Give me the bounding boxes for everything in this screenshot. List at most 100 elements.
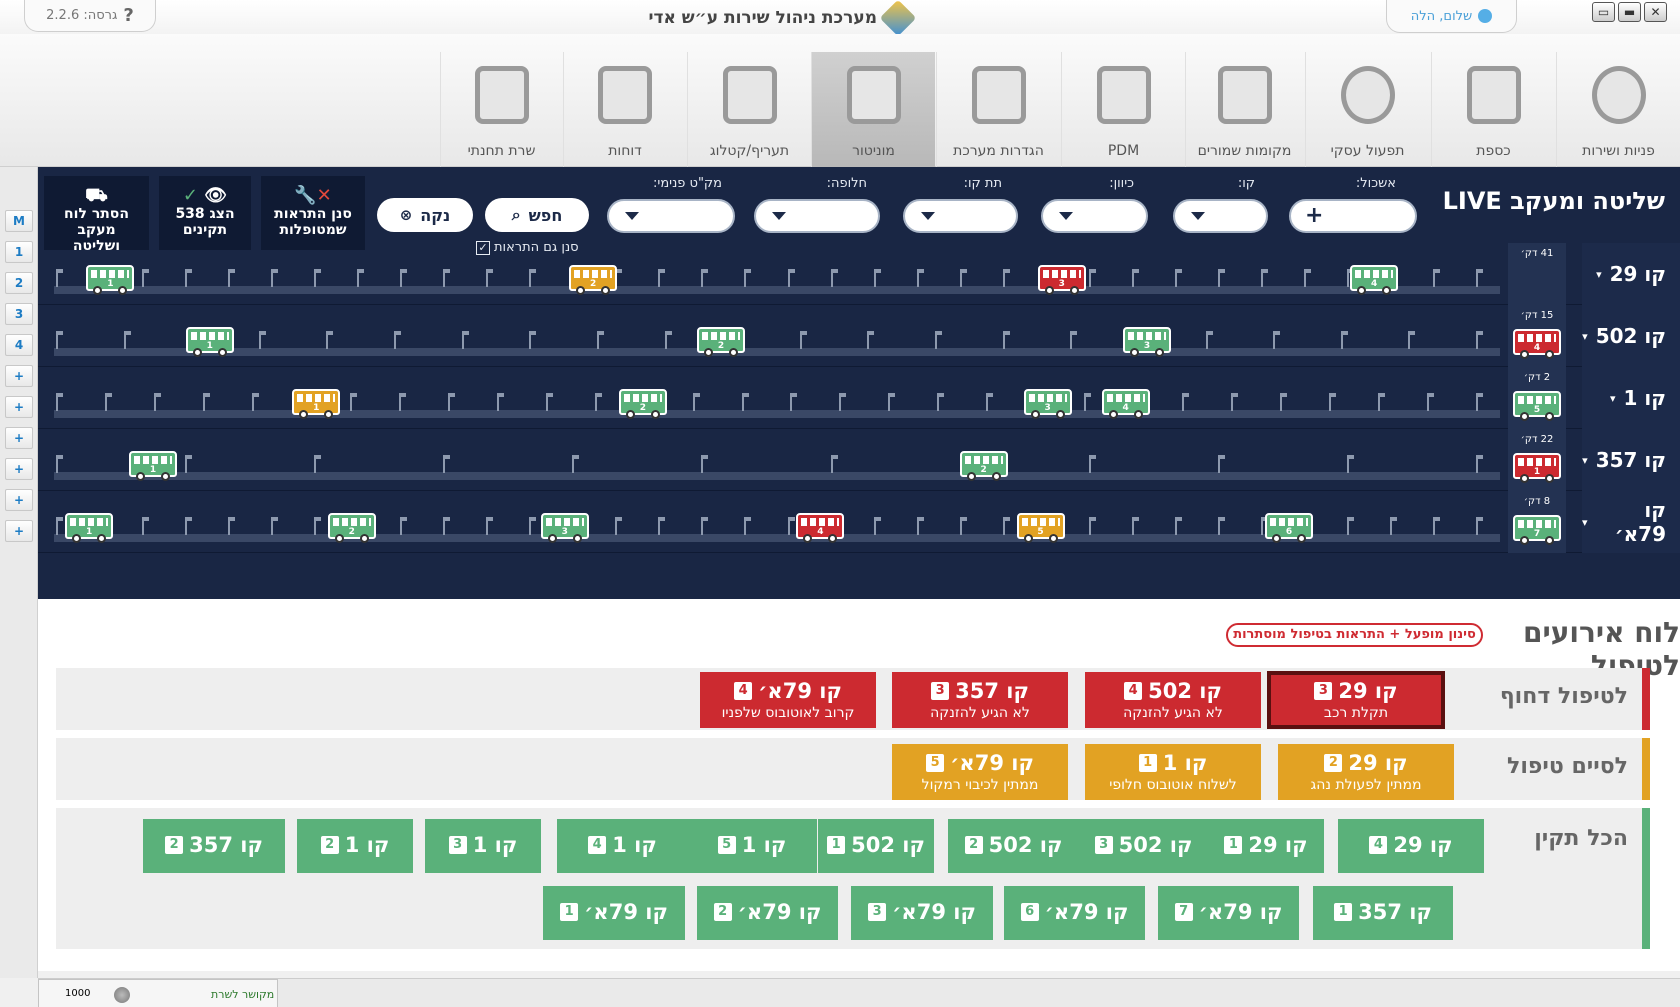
bus-marker[interactable]: 3 xyxy=(1023,389,1072,419)
filter-internal-code-select[interactable] xyxy=(607,199,735,233)
gears-icon-shape xyxy=(1340,66,1395,124)
filter-direction-select[interactable] xyxy=(1041,199,1148,233)
bus-marker[interactable]: 3 xyxy=(1037,265,1086,295)
stop-flag-icon xyxy=(486,269,494,287)
bus-marker[interactable]: 6 xyxy=(1265,513,1313,543)
event-card[interactable]: קו 79א׳ 7 xyxy=(1158,886,1299,940)
restore-icon[interactable]: ▭ xyxy=(1592,2,1615,22)
event-card[interactable]: קו 1 1 לשלוח אוטובוס חלופי xyxy=(1085,744,1261,800)
line-name-dropdown[interactable]: קו 29 ▾ xyxy=(1582,243,1680,305)
bus-marker[interactable]: 1 xyxy=(129,451,177,481)
minimize-icon[interactable]: ▬ xyxy=(1618,2,1641,22)
line-eta-cell: 41 דק׳ xyxy=(1508,243,1566,305)
bus-marker[interactable]: 2 xyxy=(569,265,618,295)
toolbar-monitor-button[interactable]: מוניטור xyxy=(811,52,935,167)
line-name-dropdown[interactable]: קו 1 ▾ xyxy=(1582,367,1680,429)
toolbar-user-button[interactable]: פניות ושירות xyxy=(1556,52,1680,167)
event-card[interactable]: קו 1 4 xyxy=(557,819,688,873)
side-add-button[interactable]: + xyxy=(5,520,33,542)
side-button-M[interactable]: M xyxy=(5,210,33,232)
bus-marker[interactable]: 1 xyxy=(86,265,135,295)
toolbar-tools-button[interactable]: הגדרות מערכת xyxy=(936,52,1060,167)
event-card[interactable]: קו 357 1 xyxy=(1313,886,1453,940)
toolbar-binder-button[interactable]: PDM xyxy=(1061,52,1185,167)
event-card[interactable]: קו 29 4 xyxy=(1338,819,1484,873)
event-card[interactable]: קו 29 2 ממתין לפעולת נהג xyxy=(1278,744,1454,800)
bus-marker[interactable]: 1 xyxy=(292,389,341,419)
bus-marker[interactable]: 2 xyxy=(697,327,745,357)
hide-board-button[interactable]: ⛟ הסתר לוח מעקב ושליטה xyxy=(44,176,149,254)
event-card[interactable]: קו 357 3 לא הגיע להזנקה xyxy=(892,672,1068,728)
event-card[interactable]: קו 79א׳ 2 xyxy=(697,886,838,940)
event-card[interactable]: קו 357 2 xyxy=(143,819,285,873)
user-greeting[interactable]: שלום, הלה xyxy=(1386,0,1517,33)
filter-subline-select[interactable] xyxy=(903,199,1018,233)
side-add-button[interactable]: + xyxy=(5,396,33,418)
filter-line-select[interactable] xyxy=(1173,199,1268,233)
filter-cluster-select[interactable]: + xyxy=(1289,199,1417,233)
side-button-4[interactable]: 4 xyxy=(5,334,33,356)
filter-note-badge[interactable]: סינון מופעל + התראות בטיפול מוסתרות xyxy=(1226,623,1483,647)
side-add-button[interactable]: + xyxy=(5,489,33,511)
toolbar-report-button[interactable]: דוחות xyxy=(563,52,686,167)
event-card[interactable]: קו 502 4 לא הגיע להזנקה xyxy=(1085,672,1261,728)
bus-marker[interactable]: 5 xyxy=(1513,391,1561,421)
side-button-1[interactable]: 1 xyxy=(5,241,33,263)
event-card[interactable]: קו 79א׳ 1 xyxy=(543,886,685,940)
line-name: קו 29 xyxy=(1609,262,1666,286)
line-name-dropdown[interactable]: קו 502 ▾ xyxy=(1582,305,1680,367)
bus-marker[interactable]: 2 xyxy=(618,389,667,419)
event-line: קו 1 xyxy=(612,833,657,857)
event-card[interactable]: קו 79א׳ 4 קרוב לאוטובוס שלפניו xyxy=(700,672,876,728)
filter-handled-alerts-button[interactable]: ✕🔧 סנן התראות שמטופלות xyxy=(261,176,365,250)
bus-marker[interactable]: 4 xyxy=(1513,329,1561,359)
bus-marker[interactable]: 7 xyxy=(1513,515,1561,545)
event-card[interactable]: קו 502 2 xyxy=(948,819,1079,873)
event-card[interactable]: קו 1 5 xyxy=(687,819,817,873)
close-icon[interactable]: ✕ xyxy=(1644,2,1667,22)
event-card[interactable]: קו 79א׳ 5 ממתין לכיבוי רמקול xyxy=(892,744,1068,800)
event-card[interactable]: קו 29 3 תקלת רכב xyxy=(1268,672,1444,728)
event-card[interactable]: קו 502 1 xyxy=(818,819,934,873)
event-card[interactable]: קו 1 2 xyxy=(297,819,413,873)
side-add-button[interactable]: + xyxy=(5,365,33,387)
bus-marker[interactable]: 4 xyxy=(796,513,845,543)
toolbar-server-button[interactable]: שרת תחנתי xyxy=(440,52,562,167)
side-button-2[interactable]: 2 xyxy=(5,272,33,294)
bus-marker[interactable]: 2 xyxy=(959,451,1008,481)
version-tab[interactable]: גרסה: 2.2.6 ? xyxy=(24,0,156,32)
toolbar-id-card-button[interactable]: מקומות שמורים xyxy=(1185,52,1303,167)
side-add-button[interactable]: + xyxy=(5,458,33,480)
stop-flag-icon xyxy=(744,517,752,535)
bus-marker[interactable]: 1 xyxy=(185,327,234,357)
title-bar: גרסה: 2.2.6 ? מערכת ניהול שירות ע״ש אדי … xyxy=(0,0,1680,37)
bus-marker[interactable]: 5 xyxy=(1016,513,1065,543)
stop-flag-icon xyxy=(1070,331,1078,349)
event-card[interactable]: קו 502 3 xyxy=(1078,819,1209,873)
stop-flag-icon xyxy=(185,455,193,473)
bus-marker[interactable]: 1 xyxy=(65,513,114,543)
search-button[interactable]: חפש ⌕ xyxy=(485,198,589,232)
line-name-dropdown[interactable]: קו 79א׳ ▾ xyxy=(1582,491,1680,553)
toolbar-safe-button[interactable]: כספת xyxy=(1431,52,1555,167)
toolbar-gears-button[interactable]: תפעול עסקי xyxy=(1305,52,1429,167)
question-icon[interactable]: ? xyxy=(123,5,133,26)
bus-marker[interactable]: 3 xyxy=(540,513,589,543)
bus-marker[interactable]: 1 xyxy=(1513,453,1561,483)
wheel xyxy=(1130,348,1139,357)
event-card[interactable]: קו 79א׳ 3 xyxy=(851,886,993,940)
clear-button[interactable]: נקה ⊗ xyxy=(377,198,473,232)
side-button-3[interactable]: 3 xyxy=(5,303,33,325)
event-card[interactable]: קו 79א׳ 6 xyxy=(1004,886,1145,940)
event-card[interactable]: קו 29 1 xyxy=(1208,819,1324,873)
bus-marker[interactable]: 4 xyxy=(1101,389,1150,419)
event-card[interactable]: קו 1 3 xyxy=(425,819,541,873)
show-ok-button[interactable]: 👁 ✓ הצג 538 תקינים xyxy=(159,176,251,250)
side-add-button[interactable]: + xyxy=(5,427,33,449)
bus-marker[interactable]: 4 xyxy=(1350,265,1399,295)
toolbar-tag-button[interactable]: תעריף/קטלוג xyxy=(687,52,811,167)
filter-alternative-select[interactable] xyxy=(754,199,880,233)
bus-marker[interactable]: 2 xyxy=(327,513,376,543)
line-name-dropdown[interactable]: קו 357 ▾ xyxy=(1582,429,1680,491)
bus-marker[interactable]: 3 xyxy=(1123,327,1171,357)
